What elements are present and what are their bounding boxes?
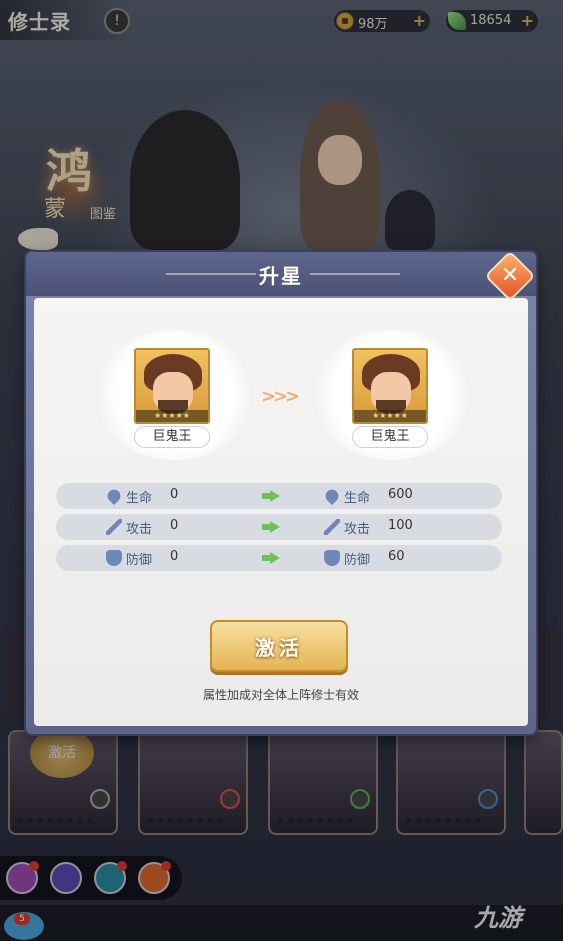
shield-icon — [324, 550, 340, 566]
stat-to-value: 60 — [388, 549, 405, 564]
arrow-right-icon — [262, 521, 280, 533]
dialog-header: 升星 — [26, 252, 536, 296]
arrow-right-icon — [262, 552, 280, 564]
stat-from-value: 0 — [170, 518, 179, 533]
upgrade-arrow-icon: >>> — [261, 386, 300, 407]
portrait-stars: ★★★★★ — [136, 410, 208, 422]
stat-label: 防御 — [344, 553, 371, 568]
cultivator-portrait: ★★★★★ — [134, 348, 210, 424]
bonus-hint-text: 属性加成对全体上阵修士有效 — [202, 688, 359, 702]
stat-to-value: 600 — [388, 487, 413, 502]
heart-icon — [322, 486, 342, 506]
stat-to-value: 100 — [388, 518, 413, 533]
stat-from-value: 0 — [170, 549, 179, 564]
activate-button[interactable]: 激活 — [210, 620, 348, 672]
heart-icon — [104, 486, 124, 506]
arrow-right-icon — [262, 490, 280, 502]
sword-icon — [106, 519, 122, 535]
cultivator-portrait: ★★★★★ — [352, 348, 428, 424]
sword-icon — [324, 519, 340, 535]
stat-row-hp: 生命 0 生命 600 — [56, 483, 502, 509]
stat-row-defense: 防御 0 防御 60 — [56, 545, 502, 571]
dialog-body: ★★★★★ 巨鬼王 >>> ★★★★★ 巨鬼王 生命 0 生命 600 攻击 0… — [34, 298, 528, 726]
current-name: 巨鬼王 — [134, 426, 210, 448]
portrait-stars: ★★★★★ — [354, 410, 426, 422]
star-upgrade-dialog: 升星 ✕ ★★★★★ 巨鬼王 >>> ★★★★★ 巨鬼王 生命 0 生命 600… — [26, 250, 536, 734]
stat-row-attack: 攻击 0 攻击 100 — [56, 514, 502, 540]
stat-label: 攻击 — [344, 522, 371, 537]
next-name: 巨鬼王 — [352, 426, 428, 448]
close-icon[interactable]: ✕ — [492, 258, 528, 294]
dialog-title: 升星 — [259, 264, 303, 288]
stat-from-value: 0 — [170, 487, 179, 502]
current-portrait-frame: ★★★★★ 巨鬼王 — [94, 330, 254, 460]
stat-label: 攻击 — [126, 522, 153, 537]
stat-label: 防御 — [126, 553, 153, 568]
stat-label: 生命 — [344, 491, 371, 506]
activate-button-label: 激活 — [255, 636, 303, 660]
next-portrait-frame: ★★★★★ 巨鬼王 — [312, 330, 472, 460]
shield-icon — [106, 550, 122, 566]
stat-label: 生命 — [126, 491, 153, 506]
